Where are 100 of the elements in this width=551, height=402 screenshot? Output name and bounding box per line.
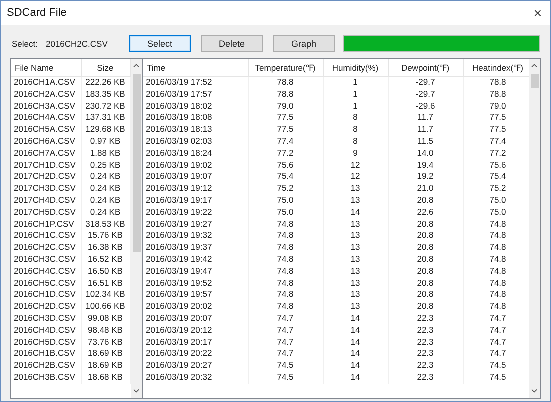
table-cell: 74.7 [248,336,323,348]
table-cell: 75.0 [248,206,323,219]
file-name-cell[interactable]: 2016CH4A.CSV [11,112,81,124]
scrollbar-thumb[interactable] [132,74,140,252]
table-cell: 8 [323,124,388,136]
file-size-cell: 0.24 KB [81,183,130,195]
file-name-cell[interactable]: 2017CH2D.CSV [11,171,81,184]
table-cell: 75.4 [248,171,323,184]
scroll-up-icon[interactable] [531,63,538,68]
scroll-down-icon[interactable] [133,389,140,394]
file-name-cell[interactable]: 2016CH3D.CSV [11,312,81,325]
table-cell: 2016/03/19 20:07 [143,312,248,325]
table-cell: -29.6 [388,100,463,112]
file-name-cell[interactable]: 2016CH1B.CSV [11,348,81,360]
toolbar-button[interactable]: Graph [273,35,335,52]
table-cell: 2016/03/19 19:17 [143,194,248,207]
selected-file: 2016CH2C.CSV [46,38,109,48]
column-header[interactable]: Time [143,59,248,76]
file-name-cell[interactable]: 2017CH5D.CSV [11,206,81,219]
table-cell: 22.3 [388,324,463,337]
file-size-cell: 129.68 KB [81,124,130,136]
file-name-cell[interactable]: 2016CH2D.CSV [11,301,81,313]
table-cell: 74.8 [248,301,323,313]
table-cell: 22.3 [388,312,463,325]
file-name-cell[interactable]: 2016CH2C.CSV [11,242,81,254]
file-size-cell: 183.35 KB [81,88,130,101]
file-name-cell[interactable]: 2016CH1P.CSV [11,218,81,230]
table-cell: 14.0 [388,148,463,160]
table-cell: 74.7 [248,348,323,360]
scroll-up-icon[interactable] [133,63,140,68]
toolbar-button[interactable]: Delete [201,35,263,52]
table-cell: 20.8 [388,218,463,230]
table-cell: 75.0 [248,194,323,207]
column-header[interactable]: Dewpoint(℉) [388,59,463,76]
table-cell: 75.6 [248,160,323,172]
file-name-cell[interactable]: 2016CH3A.CSV [11,100,81,112]
file-size-cell: 102.34 KB [81,289,130,302]
file-size-cell: 98.48 KB [81,324,130,337]
window-title: SDCard File [7,7,67,19]
file-name-cell[interactable]: 2016CH5A.CSV [11,124,81,136]
table-cell: 77.5 [248,112,323,124]
file-name-cell[interactable]: 2016CH6A.CSV [11,136,81,148]
file-name-cell[interactable]: 2016CH4C.CSV [11,266,81,278]
table-cell: 22.3 [388,372,463,384]
table-cell: 1 [323,88,388,101]
table-cell: 75.2 [248,183,323,195]
table-cell: 20.8 [388,278,463,290]
table-cell: 11.7 [388,124,463,136]
table-cell: 2016/03/19 17:57 [143,88,248,101]
table-cell: 13 [323,301,388,313]
column-header[interactable]: Size [81,59,130,76]
file-size-cell: 0.97 KB [81,136,130,148]
file-name-cell[interactable]: 2016CH4D.CSV [11,324,81,337]
table-cell: 2016/03/19 20:27 [143,360,248,372]
close-button[interactable]: × [534,5,542,21]
table-cell: 74.8 [248,254,323,266]
file-name-cell[interactable]: 2016CH5C.CSV [11,278,81,290]
table-cell: 2016/03/19 17:52 [143,76,248,89]
file-size-cell: 137.31 KB [81,112,130,124]
table-cell: 22.3 [388,336,463,348]
table-cell: 20.8 [388,266,463,278]
column-header[interactable]: Temperature(℉) [248,59,323,76]
file-name-cell[interactable]: 2016CH3C.CSV [11,254,81,266]
file-size-cell: 222.26 KB [81,76,130,89]
file-name-cell[interactable]: 2016CH1A.CSV [11,76,81,89]
table-cell: 14 [323,336,388,348]
file-name-cell[interactable]: 2016CH1C.CSV [11,230,81,242]
file-name-cell[interactable]: 2017CH1D.CSV [11,160,81,172]
table-cell: 2016/03/19 19:22 [143,206,248,219]
file-name-cell[interactable]: 2016CH3B.CSV [11,372,81,384]
table-cell: 1 [323,76,388,89]
table-cell: 74.8 [248,230,323,242]
file-name-cell[interactable]: 2016CH2B.CSV [11,360,81,372]
file-name-cell[interactable]: 2016CH7A.CSV [11,148,81,160]
file-name-cell[interactable]: 2017CH3D.CSV [11,183,81,195]
table-cell: 74.8 [248,289,323,302]
column-header[interactable]: Humidity(%) [323,59,388,76]
table-cell: 14 [323,312,388,325]
file-size-cell: 318.53 KB [81,218,130,230]
table-cell: 74.5 [248,360,323,372]
scrollbar-thumb[interactable] [530,74,538,88]
file-size-cell: 15.76 KB [81,230,130,242]
scrollbar[interactable] [529,59,540,398]
file-name-cell[interactable]: 2016CH5D.CSV [11,336,81,348]
table-cell: 2016/03/19 19:42 [143,254,248,266]
table-cell: 2016/03/19 18:13 [143,124,248,136]
table-cell: 8 [323,136,388,148]
file-name-cell[interactable]: 2017CH4D.CSV [11,194,81,207]
file-name-cell[interactable]: 2016CH2A.CSV [11,88,81,101]
table-cell: 13 [323,254,388,266]
column-header[interactable]: File Name [11,59,81,76]
file-size-cell: 18.68 KB [81,372,130,384]
scrollbar[interactable] [131,59,142,398]
table-cell: 2016/03/19 19:02 [143,160,248,172]
table-cell: 22.3 [388,348,463,360]
file-size-cell: 0.25 KB [81,160,130,172]
file-name-cell[interactable]: 2016CH1D.CSV [11,289,81,302]
toolbar-button[interactable]: Select [129,35,191,52]
scroll-down-icon[interactable] [531,389,538,394]
file-size-cell: 0.24 KB [81,171,130,184]
